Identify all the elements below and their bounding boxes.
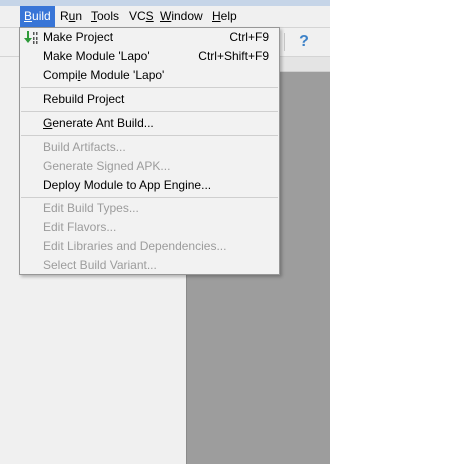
menu-item-make-project[interactable]: Make Project Ctrl+F9 xyxy=(20,28,279,47)
menu-item-label: Edit Libraries and Dependencies... xyxy=(43,239,227,253)
menu-item-make-module[interactable]: Make Module 'Lapo' Ctrl+Shift+F9 xyxy=(20,47,279,66)
menu-divider xyxy=(21,135,278,136)
menu-item-rebuild-project[interactable]: Rebuild Project xyxy=(20,90,279,109)
help-icon[interactable]: ? xyxy=(296,32,312,52)
menu-help[interactable]: Help xyxy=(208,6,241,27)
toolbar-separator xyxy=(284,33,285,51)
menu-item-build-artifacts: Build Artifacts... xyxy=(20,138,279,157)
menu-item-edit-build-types: Edit Build Types... xyxy=(20,199,279,218)
menu-item-label: Deploy Module to App Engine... xyxy=(43,178,212,192)
menu-item-label: Edit Build Types... xyxy=(43,201,139,215)
menu-bar: Build Run Tools VCS Window Help xyxy=(0,6,330,28)
menu-tools[interactable]: Tools xyxy=(87,6,123,27)
menu-item-label: Compile Module 'Lapo' xyxy=(43,68,165,82)
menu-item-shortcut: Ctrl+F9 xyxy=(229,30,269,44)
menu-item-deploy-module[interactable]: Deploy Module to App Engine... xyxy=(20,176,279,195)
menu-window[interactable]: Window xyxy=(156,6,207,27)
menu-item-label: Build Artifacts... xyxy=(43,140,126,154)
menu-item-generate-signed-apk: Generate Signed APK... xyxy=(20,157,279,176)
menu-item-compile-module[interactable]: Compile Module 'Lapo' xyxy=(20,66,279,85)
menu-item-generate-ant-build[interactable]: Generate Ant Build... xyxy=(20,114,279,133)
menu-item-label: Make Module 'Lapo' xyxy=(43,49,150,63)
menu-vcs[interactable]: VCS xyxy=(125,6,158,27)
menu-item-label: Rebuild Project xyxy=(43,92,125,106)
menu-item-label: Generate Ant Build... xyxy=(43,116,154,130)
menu-item-label: Generate Signed APK... xyxy=(43,159,171,173)
menu-item-label: Make Project xyxy=(43,30,114,44)
menu-divider xyxy=(21,111,278,112)
make-project-icon xyxy=(24,31,38,44)
menu-item-label: Edit Flavors... xyxy=(43,220,117,234)
menu-item-edit-libraries: Edit Libraries and Dependencies... xyxy=(20,237,279,256)
menu-build[interactable]: Build xyxy=(20,6,55,27)
build-menu-dropdown: Make Project Ctrl+F9 Make Module 'Lapo' … xyxy=(19,27,280,275)
menu-divider xyxy=(21,197,278,198)
menu-item-shortcut: Ctrl+Shift+F9 xyxy=(198,49,269,63)
menu-item-select-build-variant: Select Build Variant... xyxy=(20,256,279,275)
menu-divider xyxy=(21,87,278,88)
menu-item-edit-flavors: Edit Flavors... xyxy=(20,218,279,237)
menu-run[interactable]: Run xyxy=(56,6,86,27)
menu-item-label: Select Build Variant... xyxy=(43,258,157,272)
